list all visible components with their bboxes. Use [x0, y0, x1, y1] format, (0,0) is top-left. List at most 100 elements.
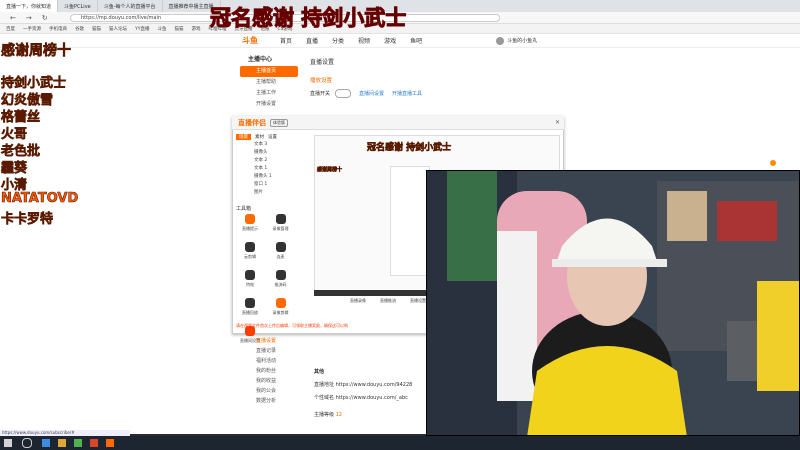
toolbox-title: 工具箱: [236, 206, 252, 212]
forward-icon[interactable]: →: [26, 14, 32, 22]
tab-material[interactable]: 素材: [255, 134, 264, 140]
tool-icon: [275, 242, 286, 252]
level-label: 主播等级: [314, 412, 335, 418]
tool-button[interactable]: 云剪辑: [238, 242, 262, 266]
nav-home[interactable]: 首页: [280, 36, 292, 45]
bookmark[interactable]: 斗鱼: [158, 26, 167, 32]
scene-item[interactable]: 文本 3: [236, 141, 312, 149]
tool-button[interactable]: 直播提示: [238, 214, 262, 238]
menu-item-work[interactable]: 主播工作: [240, 88, 298, 99]
live-toggle[interactable]: [335, 89, 352, 98]
browser-tab[interactable]: 斗鱼PCLive: [58, 0, 98, 12]
start-icon[interactable]: [4, 439, 12, 447]
nav-video[interactable]: 视频: [358, 36, 370, 45]
rank-name: 卡卡罗特: [1, 212, 54, 228]
tool-button[interactable]: 录像管理: [269, 214, 293, 238]
bookmark[interactable]: 游戏: [192, 26, 201, 32]
bookmark[interactable]: 猫猫: [175, 26, 184, 32]
scene-item[interactable]: 摄像头: [236, 149, 312, 157]
tab-settings[interactable]: 设置: [268, 134, 277, 140]
menu-item-settings[interactable]: 开播设置: [240, 99, 298, 110]
scene-item[interactable]: 文本 2: [236, 157, 312, 165]
link-live-tool[interactable]: 开播直播工具: [392, 90, 422, 97]
live-url-label: 直播地址: [314, 382, 335, 388]
notice-text: 请在视频文件首次上传后编辑，可领取主播奖励，确保这可以哟: [236, 323, 348, 328]
notification-dot: [770, 160, 776, 166]
rank-name: 霾葵: [1, 161, 28, 177]
tool-button[interactable]: 录像剪辑: [269, 298, 293, 322]
nav-live[interactable]: 直播: [306, 36, 318, 45]
taskbar-app-icon[interactable]: [74, 439, 82, 447]
scene-panel: 场景 素材 设置 文本 3 摄像头 文本 2 文本 1 摄像头 1 窗口 1 图…: [236, 132, 312, 343]
search-icon[interactable]: [22, 438, 32, 448]
tool-button[interactable]: 推流码: [269, 270, 293, 294]
preview-banner: 冠名感谢 持剑小武士: [367, 143, 452, 154]
taskbar-app-icon[interactable]: [58, 439, 66, 447]
tool-button[interactable]: 连麦: [269, 242, 293, 266]
bottom-tool-push[interactable]: 直播推流: [380, 298, 396, 304]
other-section: 其他 直播地址 https://www.douyu.com/94228 个性域名…: [314, 368, 424, 418]
tool-icon: [245, 298, 255, 308]
bookmark[interactable]: 谷歌: [75, 26, 84, 32]
rank-name: 持剑小武士: [1, 76, 67, 92]
bookmark[interactable]: 猫猫: [92, 26, 101, 32]
scene-item[interactable]: 文本 1: [236, 165, 312, 173]
menu-item-home[interactable]: 主播首页: [240, 66, 298, 77]
menu-title: 主播中心: [248, 56, 273, 63]
avatar[interactable]: [496, 36, 505, 45]
rank-name: 小清: [1, 178, 28, 194]
tool-icon: [275, 214, 286, 224]
personal-url[interactable]: https://www.douyu.com/_abc: [336, 395, 408, 401]
username[interactable]: 斗鱼的小鱼丸: [507, 37, 537, 44]
companion-titlebar: 直播伴侣 体验版 ✕: [232, 116, 564, 130]
bookmark[interactable]: 手机电商: [49, 26, 67, 32]
browser-tab[interactable]: 斗鱼-每个人的直播平台: [98, 0, 163, 12]
rank-header: 感谢周榜十: [1, 43, 72, 60]
taskbar-app-icon[interactable]: [42, 439, 50, 447]
scene-item[interactable]: 窗口 1: [236, 181, 312, 189]
tool-icon: [275, 270, 286, 280]
bottom-toolbar: 直播录像 直播推流 直播设置: [350, 298, 426, 304]
link-room-settings[interactable]: 直播间设置: [359, 90, 384, 97]
browser-tab[interactable]: 直播一下，你就知道: [0, 0, 59, 12]
bookmark[interactable]: 百度: [6, 26, 15, 32]
anchor-level: 12: [335, 412, 342, 418]
webcam-feed: [426, 170, 800, 436]
rank-name: 格蕾丝: [1, 110, 41, 126]
tool-icon: [245, 214, 255, 224]
menu-item-help[interactable]: 主播帮助: [240, 77, 298, 88]
bookmark[interactable]: YY直播: [135, 26, 150, 32]
tool-icon: [245, 270, 255, 280]
bottom-tool-record[interactable]: 直播录像: [350, 298, 366, 304]
companion-title: 直播伴侣: [238, 118, 266, 127]
rank-name: 火哥: [1, 127, 28, 143]
preview-rank-header: 感谢周榜十: [317, 167, 343, 174]
section-title: 播放设置: [310, 78, 333, 84]
tool-button[interactable]: 特效: [238, 270, 262, 294]
back-icon[interactable]: ←: [10, 14, 16, 22]
page-title: 直播设置: [310, 59, 335, 66]
nav-game[interactable]: 游戏: [384, 36, 396, 45]
taskbar-app-icon[interactable]: [90, 439, 98, 447]
scene-item[interactable]: 图片: [236, 189, 312, 197]
other-title: 其他: [314, 369, 325, 375]
close-icon[interactable]: ✕: [555, 119, 560, 126]
bookmark[interactable]: 猫人论坛: [109, 26, 127, 32]
tool-button[interactable]: 直播回放: [238, 298, 262, 322]
bottom-tool-settings[interactable]: 直播设置: [410, 298, 426, 304]
rank-name: 幻炎傲雪: [1, 93, 54, 109]
bookmark[interactable]: 一手资源: [23, 26, 41, 32]
banner-text: 冠名感谢 持剑小武士: [209, 6, 407, 31]
nav-category[interactable]: 分类: [332, 36, 344, 45]
webcam-image: [427, 171, 799, 435]
rank-name: 老色批: [1, 144, 41, 160]
preview-nested-window: [390, 166, 430, 276]
tab-scene[interactable]: 场景: [236, 133, 251, 140]
douyu-logo[interactable]: 斗鱼: [242, 35, 258, 46]
taskbar-app-icon[interactable]: [106, 439, 114, 447]
reload-icon[interactable]: ↻: [42, 14, 48, 22]
scene-item[interactable]: 摄像头 1: [236, 173, 312, 181]
live-url[interactable]: https://www.douyu.com/94228: [336, 382, 413, 388]
nav-fishbar[interactable]: 鱼吧: [410, 36, 422, 45]
site-nav: 斗鱼 首页 直播 分类 视频 游戏 鱼吧 斗鱼的小鱼丸: [0, 34, 800, 48]
